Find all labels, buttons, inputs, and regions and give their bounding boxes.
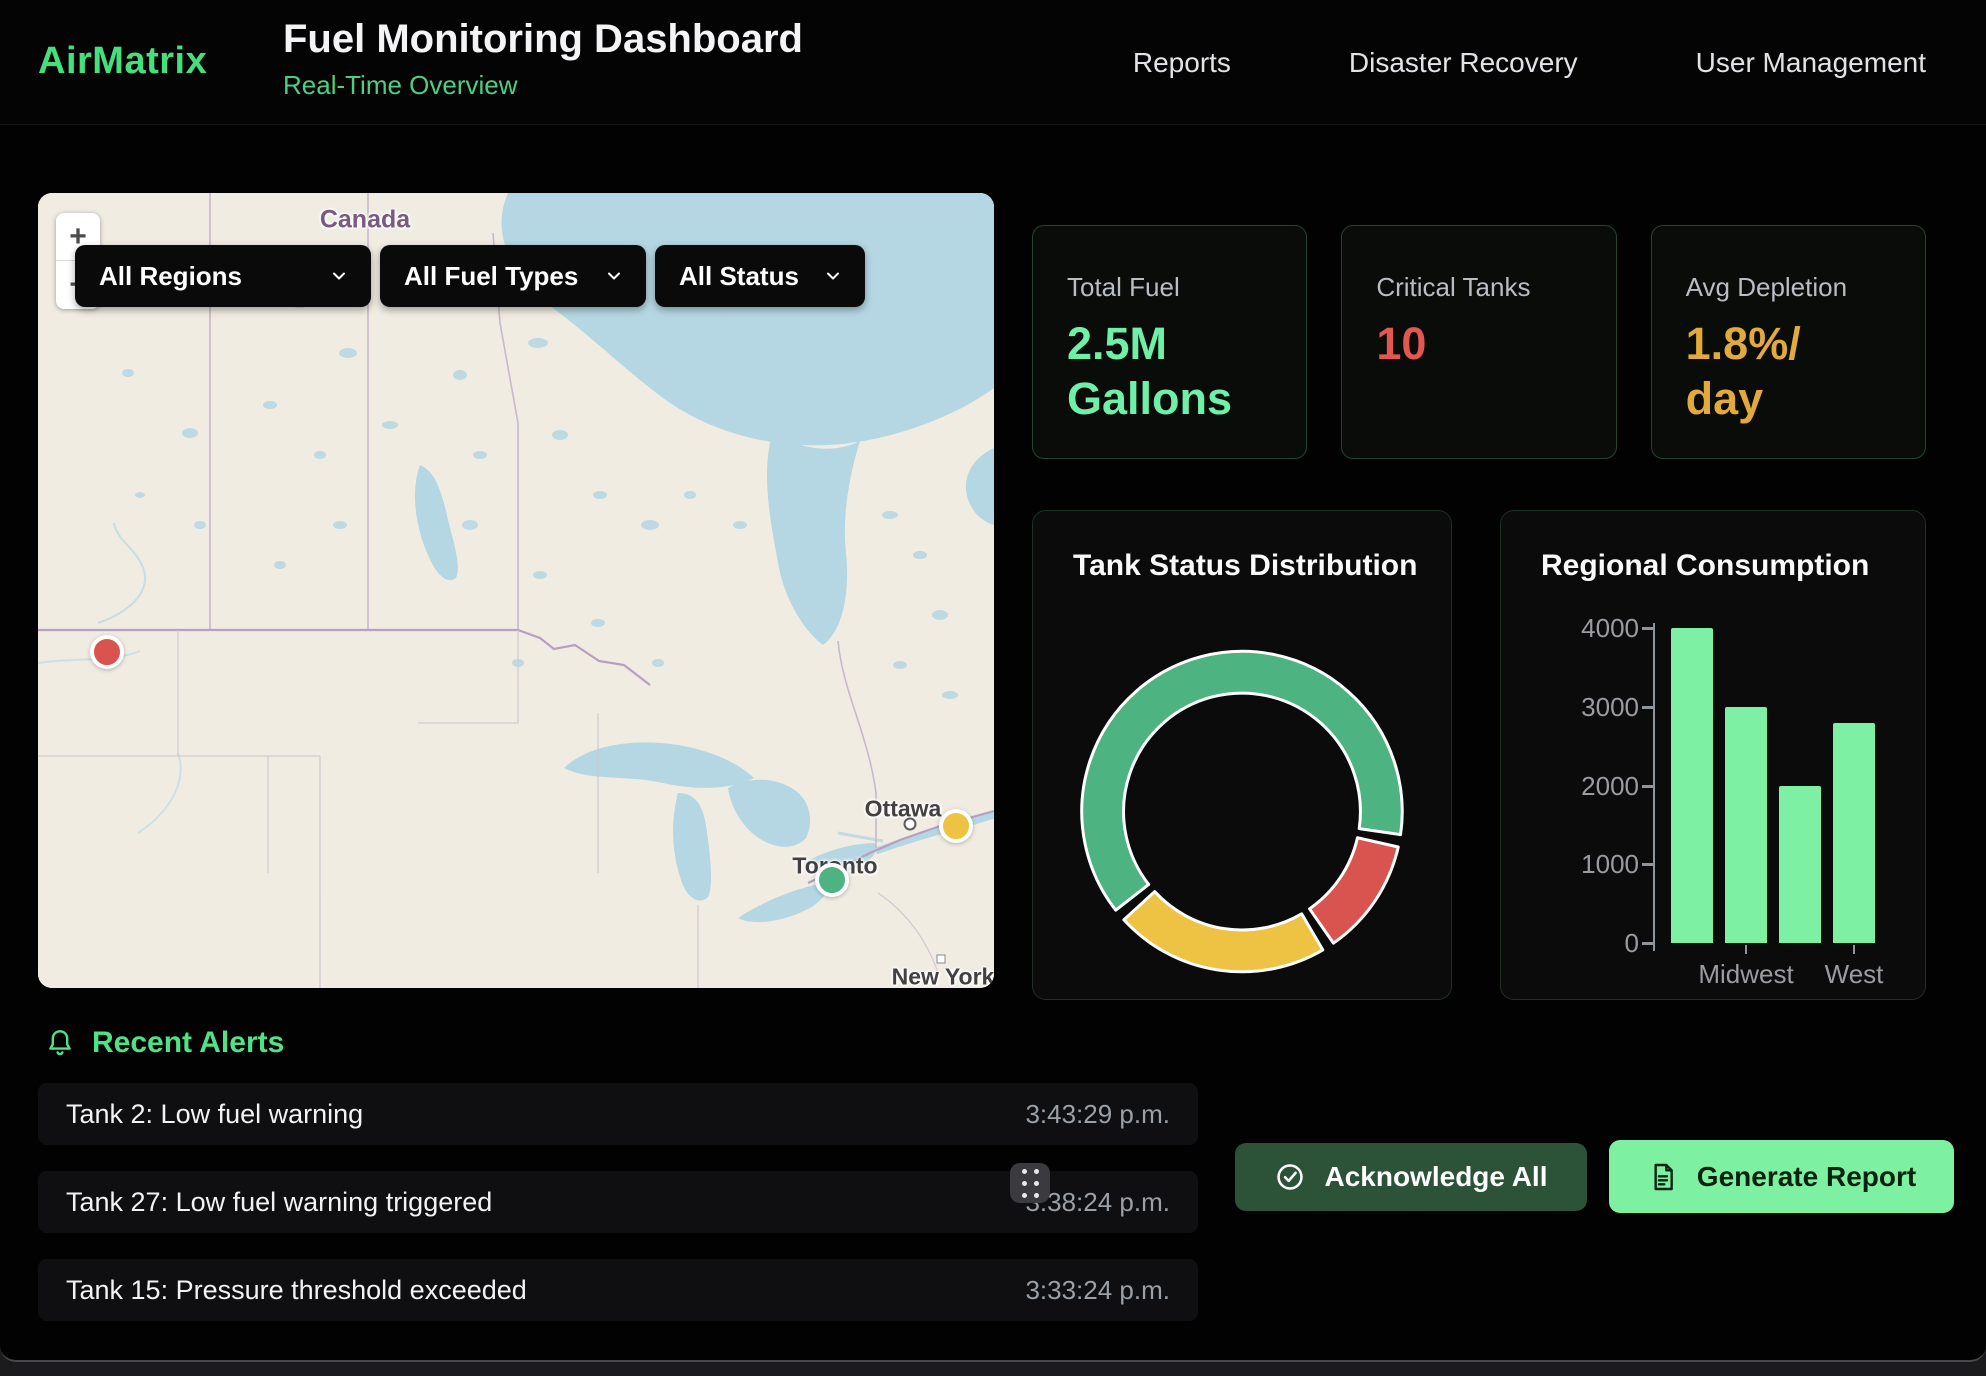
nav-item-disaster-recovery[interactable]: Disaster Recovery	[1349, 47, 1578, 79]
nav-item-reports[interactable]: Reports	[1133, 47, 1231, 79]
x-tick-label-midwest: Midwest	[1698, 959, 1793, 990]
filter-all-fuel-types[interactable]: All Fuel Types	[380, 245, 646, 307]
y-tick-mark	[1642, 863, 1653, 866]
drag-handle-dot	[1034, 1193, 1039, 1198]
drag-handle-dot	[1022, 1181, 1027, 1186]
chevron-down-icon	[602, 264, 626, 288]
filter-label: All Status	[679, 261, 799, 292]
stat-value: 10	[1376, 317, 1581, 372]
main-nav: Reports Disaster Recovery User Management	[1133, 0, 1926, 125]
stats-row: Total Fuel 2.5M Gallons Critical Tanks 10 Av…	[1032, 225, 1926, 459]
donut-segment-warning	[1124, 892, 1323, 972]
y-tick-label: 1000	[1531, 849, 1639, 880]
top-bar: AirMatrix Fuel Monitoring Dashboard Real…	[0, 0, 1986, 125]
regional-consumption-title: Regional Consumption	[1541, 549, 1869, 583]
tank-marker-warning[interactable]	[939, 809, 973, 843]
stat-value: 1.8%/ day	[1686, 317, 1891, 427]
map-filters: All Regions All Fuel Types All Status	[75, 245, 865, 307]
x-tick-mark	[1853, 945, 1855, 954]
stat-card-avg-depletion: Avg Depletion 1.8%/ day	[1651, 225, 1926, 459]
stat-label: Critical Tanks	[1376, 272, 1581, 303]
generate-report-button[interactable]: Generate Report	[1609, 1140, 1954, 1213]
report-document-icon	[1647, 1161, 1679, 1193]
app-root: AirMatrix Fuel Monitoring Dashboard Real…	[0, 0, 1986, 1362]
stat-label: Avg Depletion	[1686, 272, 1891, 303]
drag-handle-dot	[1034, 1169, 1039, 1174]
alert-timestamp: 3:43:29 p.m.	[1025, 1099, 1170, 1130]
alerts-title: Recent Alerts	[92, 1026, 284, 1060]
city-dot-square	[937, 955, 946, 964]
page-title: Fuel Monitoring Dashboard	[283, 17, 803, 62]
x-tick-label-west: West	[1825, 959, 1884, 990]
alert-message: Tank 15: Pressure threshold exceeded	[66, 1275, 527, 1306]
stat-card-critical-tanks: Critical Tanks 10	[1341, 225, 1616, 459]
y-tick-label: 2000	[1531, 771, 1639, 802]
alerts-header: Recent Alerts	[44, 1026, 284, 1060]
bell-icon	[44, 1027, 76, 1059]
map-artwork	[38, 193, 994, 988]
filter-all-status[interactable]: All Status	[655, 245, 865, 307]
bar-west	[1833, 723, 1875, 944]
charts-row: Tank Status Distribution Regional Consum…	[1032, 510, 1926, 1000]
tank-status-donut-chart	[1033, 511, 1451, 999]
bar-midwest	[1725, 707, 1767, 943]
page-subtitle: Real-Time Overview	[283, 70, 803, 101]
bar-chart-y-axis	[1653, 623, 1655, 951]
bar-region-3	[1779, 786, 1821, 944]
y-tick-label: 4000	[1531, 613, 1639, 644]
title-block: Fuel Monitoring Dashboard Real-Time Over…	[283, 17, 803, 101]
tank-status-panel: Tank Status Distribution	[1032, 510, 1452, 1000]
regional-consumption-panel: Regional Consumption 4000 3000 2000 1000 0 Mi…	[1500, 510, 1926, 1000]
drag-handle-dot	[1022, 1193, 1027, 1198]
tank-marker-critical[interactable]	[90, 635, 124, 669]
alert-row[interactable]: Tank 15: Pressure threshold exceeded 3:33…	[38, 1259, 1198, 1321]
nav-item-user-management[interactable]: User Management	[1696, 47, 1926, 79]
stat-card-total-fuel: Total Fuel 2.5M Gallons	[1032, 225, 1307, 459]
filter-all-regions[interactable]: All Regions	[75, 245, 371, 307]
donut-segment-critical	[1310, 838, 1399, 943]
acknowledge-all-button[interactable]: Acknowledge All	[1235, 1143, 1587, 1211]
check-circle-icon	[1274, 1161, 1306, 1193]
alert-message: Tank 2: Low fuel warning	[66, 1099, 363, 1130]
stat-value: 2.5M Gallons	[1067, 317, 1272, 427]
alert-row[interactable]: Tank 2: Low fuel warning 3:43:29 p.m.	[38, 1083, 1198, 1145]
y-tick-mark	[1642, 627, 1653, 630]
city-dot-ring	[904, 818, 917, 831]
alert-message: Tank 27: Low fuel warning triggered	[66, 1187, 492, 1218]
alerts-list: Tank 2: Low fuel warning3:43:29 p.m.Tank…	[38, 1083, 1198, 1347]
y-tick-label: 3000	[1531, 692, 1639, 723]
map-panel[interactable]: CanadaOttawaTorontoNew York + − All Regi…	[38, 193, 994, 988]
app-logo: AirMatrix	[38, 40, 207, 83]
alert-timestamp: 3:33:24 p.m.	[1025, 1275, 1170, 1306]
y-tick-mark	[1642, 942, 1653, 945]
stat-label: Total Fuel	[1067, 272, 1272, 303]
tank-status-title: Tank Status Distribution	[1073, 549, 1417, 583]
y-tick-mark	[1642, 706, 1653, 709]
tank-marker-normal[interactable]	[815, 863, 849, 897]
drag-handle-dot	[1034, 1181, 1039, 1186]
filter-label: All Fuel Types	[404, 261, 578, 292]
y-tick-mark	[1642, 785, 1653, 788]
chevron-down-icon	[821, 264, 845, 288]
acknowledge-all-label: Acknowledge All	[1324, 1161, 1547, 1193]
chevron-down-icon	[327, 264, 351, 288]
drag-handle-dot	[1022, 1169, 1027, 1174]
y-tick-label: 0	[1531, 928, 1639, 959]
bar-region-1	[1671, 628, 1713, 943]
filter-label: All Regions	[99, 261, 242, 292]
x-tick-mark	[1745, 945, 1747, 954]
map-drag-handle[interactable]	[1010, 1163, 1050, 1203]
generate-report-label: Generate Report	[1697, 1161, 1916, 1193]
